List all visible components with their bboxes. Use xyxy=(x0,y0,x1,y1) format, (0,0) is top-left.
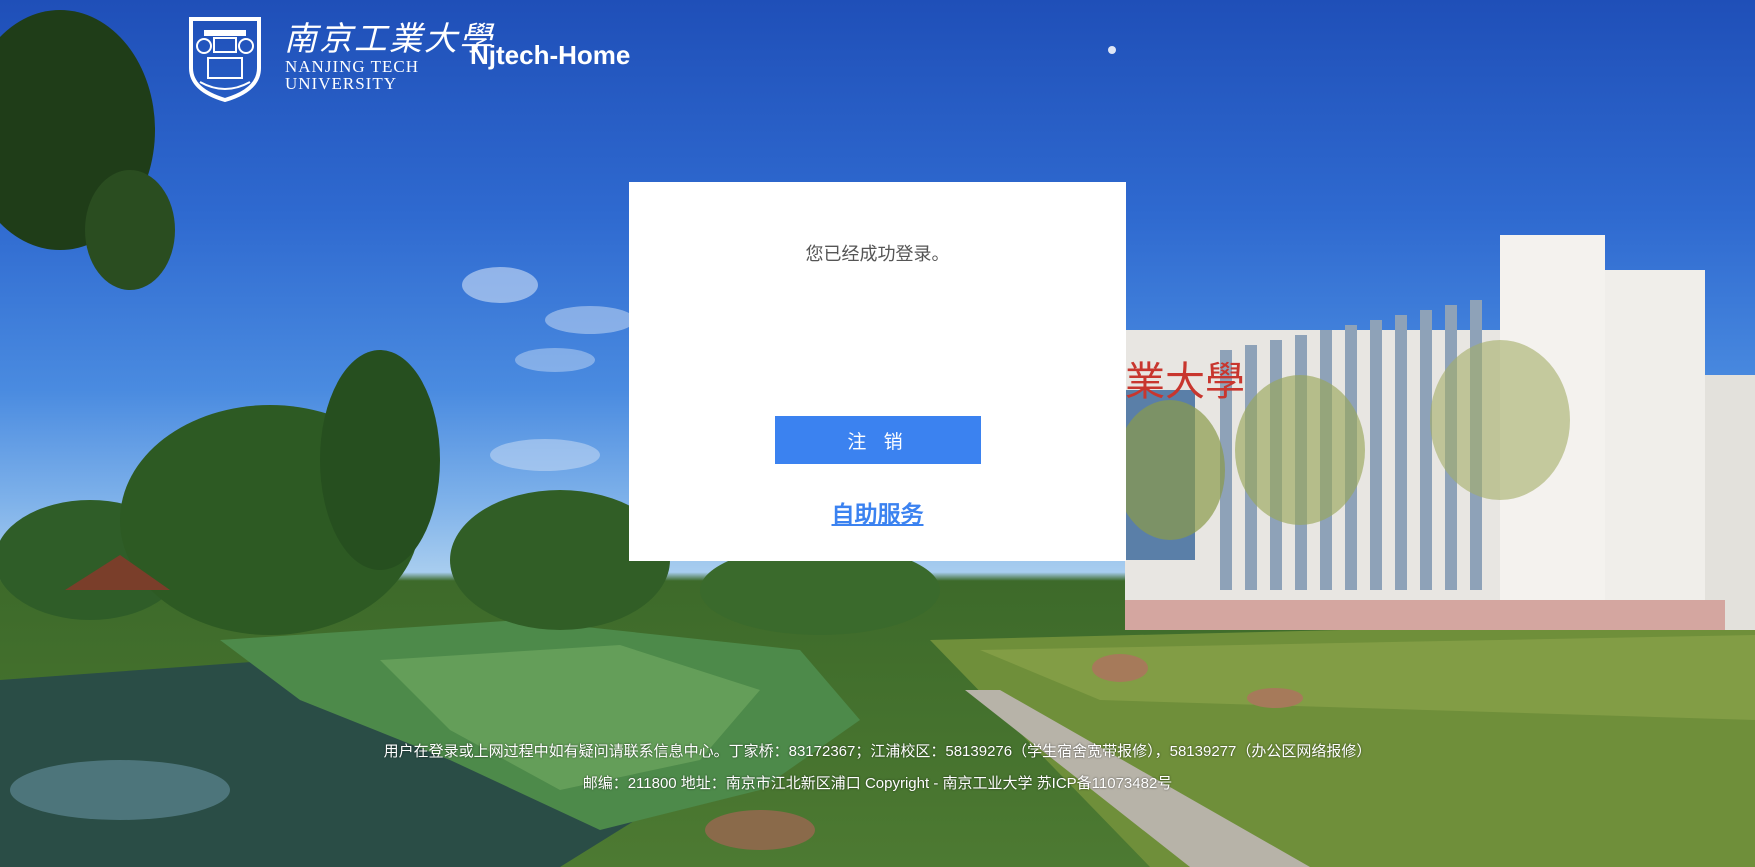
university-name-en: NANJING TECH UNIVERSITY xyxy=(285,58,419,92)
footer-contact-info: 用户在登录或上网过程中如有疑问请联系信息中心。丁家桥：83172367；江浦校区… xyxy=(383,743,1372,760)
self-service-link[interactable]: 自助服务 xyxy=(629,495,1126,529)
svg-text:業大學: 業大學 xyxy=(1125,359,1245,405)
footer: 用户在登录或上网过程中如有疑问请联系信息中心。丁家桥：83172367；江浦校区… xyxy=(0,736,1755,800)
logout-button[interactable]: 注 销 xyxy=(775,416,981,464)
university-logo xyxy=(188,16,262,103)
university-name-en-line2: UNIVERSITY xyxy=(285,74,397,93)
login-success-message: 您已经成功登录。 xyxy=(805,244,950,264)
site-title: Njtech-Home xyxy=(470,40,631,70)
footer-address-copyright: 邮编：211800 地址：南京市江北新区浦口 Copyright - 南京工业大… xyxy=(582,775,1173,792)
login-status-card: 您已经成功登录。 注 销 自助服务 xyxy=(629,182,1126,561)
university-shield-icon xyxy=(189,17,261,103)
university-name-en-line1: NANJING TECH xyxy=(285,57,419,76)
university-name-cn: 南京工業大學 xyxy=(284,19,494,58)
